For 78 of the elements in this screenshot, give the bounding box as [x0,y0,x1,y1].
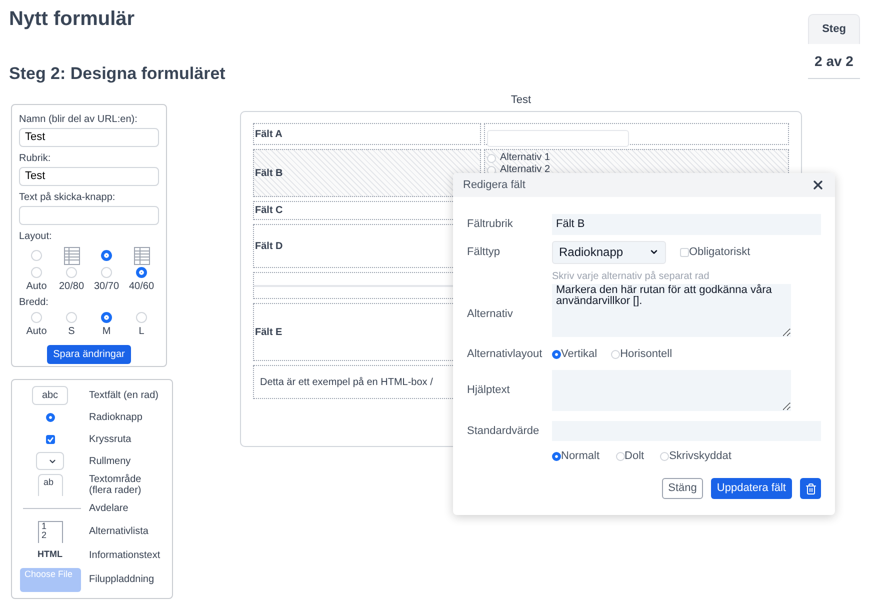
field-label: Fältrubrik [467,216,514,232]
options-textarea[interactable]: Markera den här rutan för att godkänna våra användarvillkor []. [552,284,791,337]
field-label: Alternativlayout [467,346,544,362]
option-label: Alternativ 2 [500,164,550,176]
update-button[interactable]: Uppdatera fält [710,478,792,499]
field-label: Rubrik: [19,152,52,166]
field-label: Alternativ [467,306,514,322]
option-label: L [138,324,144,338]
checkbox-label: Obligatoriskt [689,244,750,260]
option-label: Auto [26,324,47,338]
close-button[interactable]: Stäng [662,478,703,499]
palette-item[interactable]: Textområde (flera rader) [89,474,165,496]
field-row-label[interactable]: Fält D [255,238,283,254]
radio-button[interactable] [101,250,112,261]
step-title: Steg 2: Designa formuläret [9,63,226,85]
checkbox[interactable] [680,248,689,256]
field-title-input[interactable]: Fält B [552,214,821,234]
palette-item[interactable]: Rullmeny [89,456,165,466]
radio-button[interactable] [552,350,561,358]
radio-label: Skrivskyddat [669,448,732,464]
option-label: 20/80 [58,280,84,294]
delete-button[interactable] [800,478,821,499]
radio-label: Normalt [561,448,600,464]
listbox-sample[interactable]: 1 2 [38,520,62,542]
text-input[interactable] [487,130,629,146]
heading-field[interactable]: Test [19,166,159,186]
palette-item[interactable]: Informationstext [89,550,165,560]
text-field-sample[interactable]: abc [32,386,68,404]
field-type-select[interactable]: Radioknapp [552,240,666,264]
help-textarea[interactable] [552,370,791,411]
field-row-label[interactable]: Fält B [255,166,283,180]
radio-label: Vertikal [561,346,598,362]
field-label: Namn (blir del av URL:en): [19,112,138,126]
field-label: Text på skicka-knapp: [19,190,116,204]
radio-button[interactable] [552,452,561,460]
name-field[interactable]: Test [19,128,159,146]
palette-item[interactable]: Avdelare [89,502,165,514]
field-label: Bredd: [19,296,50,310]
radio-button[interactable] [46,412,54,422]
dialog-title: Redigera fält [463,178,526,193]
option-label: S [68,324,75,338]
table-layout-icon [64,246,80,264]
html-text: Detta är ett exempel på en HTML-box / [260,376,433,390]
save-button[interactable]: Spara ändringar [47,344,131,364]
option-label: M [102,324,111,338]
form-title: Test [510,92,532,108]
radio-label: Horisontell [620,346,672,362]
field-label: Layout: [19,230,53,244]
dropdown-sample[interactable] [36,452,64,470]
textarea-sample[interactable]: ab [38,474,62,496]
palette-item[interactable]: Textfält (en rad) [89,390,165,400]
radio-button[interactable] [136,266,147,278]
trash-icon [804,482,816,494]
field-label: Fälttyp [467,244,502,260]
field-row-label[interactable]: Fält A [255,126,282,142]
option-label: 40/60 [128,280,154,294]
palette-item[interactable]: Alternativlista [89,526,165,537]
html-sample: HTML [38,548,62,562]
option-label: Alternativ 1 [500,152,550,164]
field-row-label[interactable]: Fält E [255,324,282,340]
step-tab[interactable]: Steg [808,14,860,44]
checkbox[interactable] [46,434,54,444]
option-label: 30/70 [94,280,120,294]
table-layout-icon [134,246,150,264]
palette-item[interactable]: Kryssruta [89,434,165,444]
radio-label: Dolt [624,448,644,464]
submit-text-field[interactable] [19,206,159,224]
option-label: Auto [26,280,47,294]
field-label: Standardvärde [467,424,540,439]
step-counter: 2 av 2 [814,52,854,71]
radio-button[interactable] [101,312,112,322]
field-label: Hjälptext [467,383,511,398]
chevron-down-icon [649,247,659,257]
hint-text: Skriv varje alternativ på separat rad [552,270,710,284]
palette-item[interactable]: Filuppladdning [89,574,165,585]
page-title: Nytt formulär [9,7,136,32]
palette-item[interactable]: Radioknapp [89,412,165,422]
close-icon[interactable] [811,178,825,192]
